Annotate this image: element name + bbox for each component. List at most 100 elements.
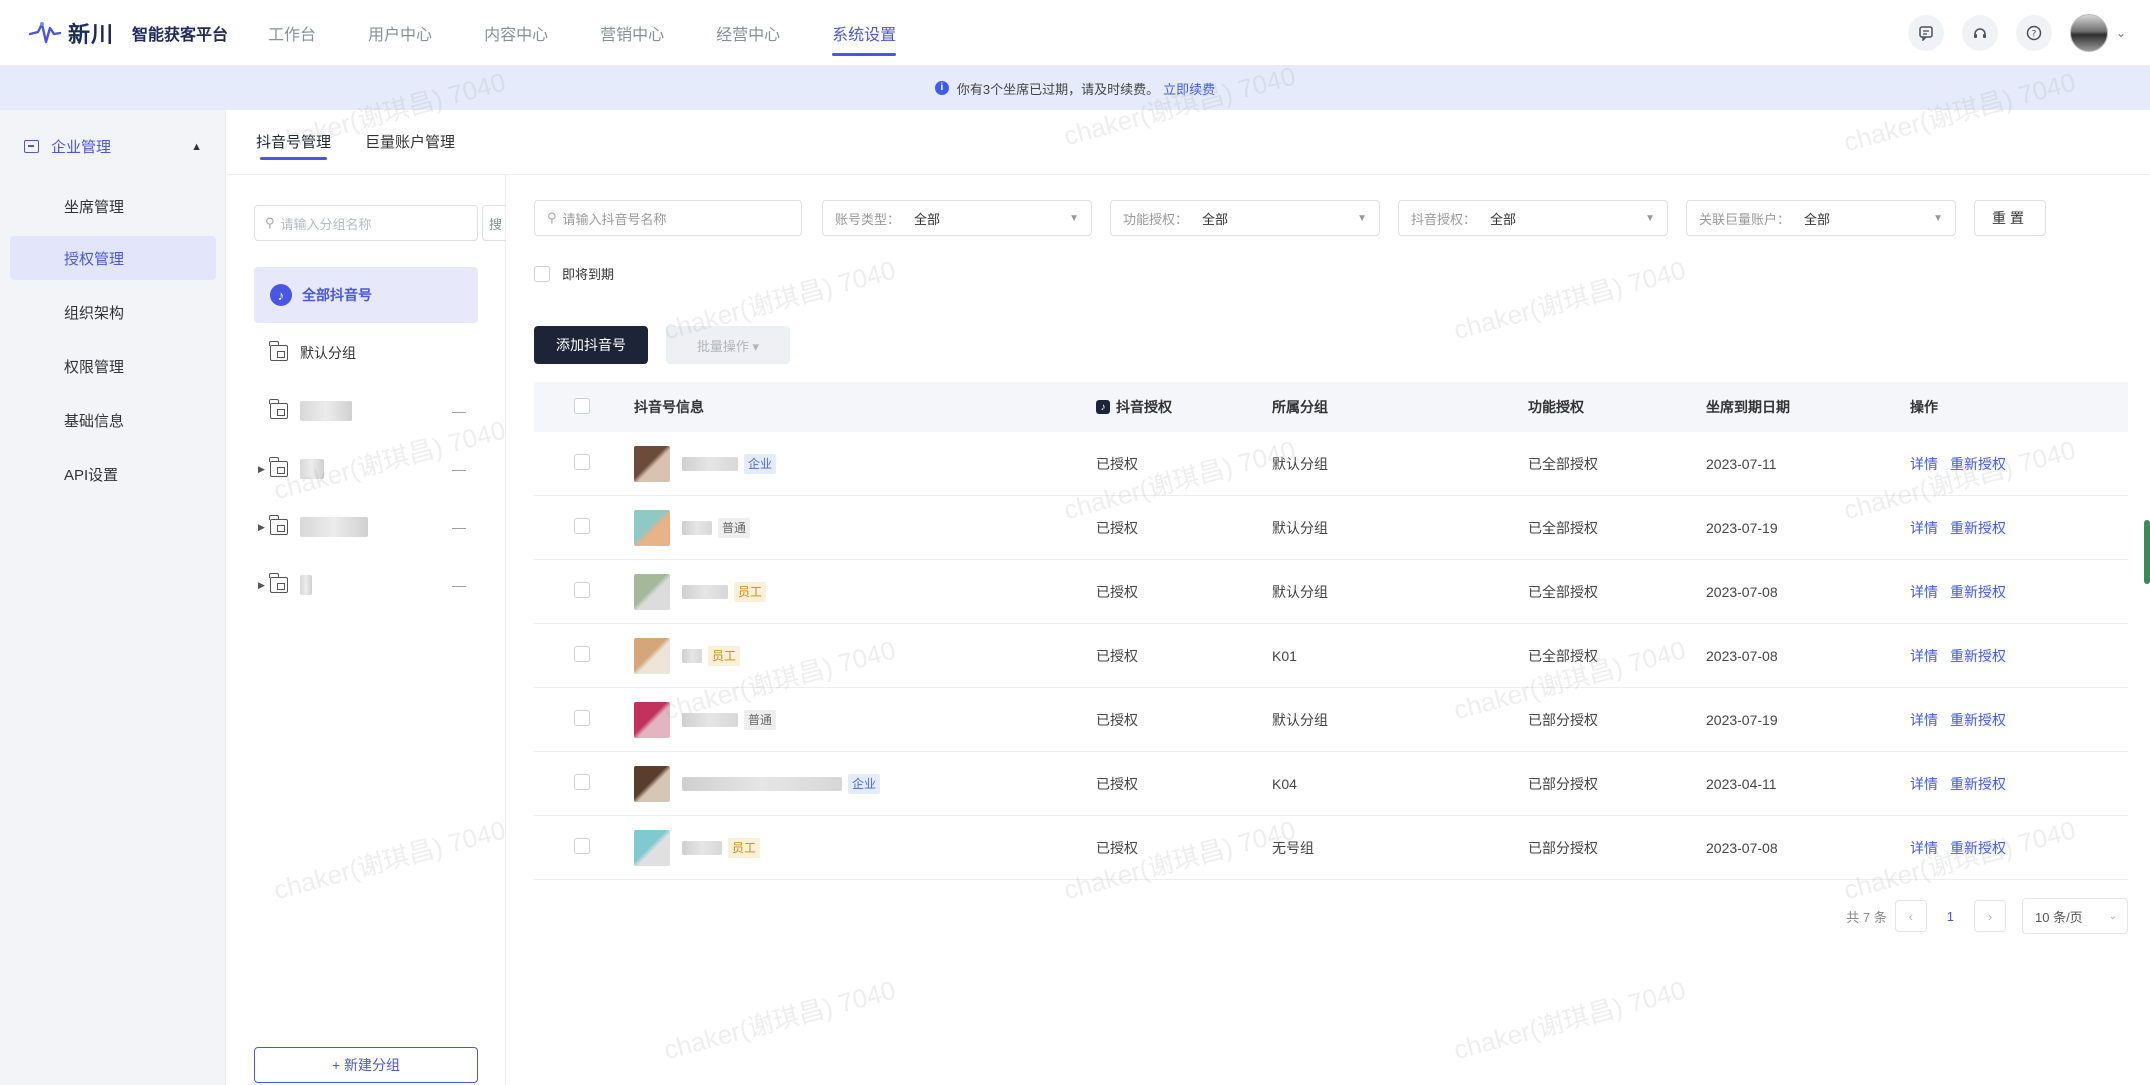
account-info: 员工 — [634, 829, 1096, 866]
group-item[interactable]: ▶ — — [254, 441, 478, 497]
caret-right-icon[interactable]: ▶ — [258, 522, 265, 533]
caret-right-icon[interactable]: ▶ — [258, 580, 265, 591]
group-default[interactable]: 默认分组 — [254, 325, 478, 381]
group-more-menu[interactable]: — — [452, 519, 466, 535]
new-group-button[interactable]: + 新建分组 — [254, 1047, 478, 1083]
sidebar-item-authorization[interactable]: 授权管理 — [10, 236, 216, 280]
nav-content-center[interactable]: 内容中心 — [484, 0, 548, 66]
func-auth-status: 已全部授权 — [1528, 583, 1598, 600]
row-checkbox[interactable] — [574, 646, 590, 662]
nav-workbench[interactable]: 工作台 — [268, 0, 316, 66]
group-more-menu[interactable]: — — [452, 461, 466, 477]
group-search-button[interactable]: 搜 — [482, 205, 506, 241]
func-auth-status: 已部分授权 — [1528, 711, 1598, 728]
reset-button[interactable]: 重置 — [1974, 200, 2046, 236]
row-checkbox[interactable] — [574, 454, 590, 470]
prev-page-button[interactable]: ‹ — [1894, 900, 1927, 932]
message-icon[interactable] — [1907, 15, 1944, 51]
tab-juliang-accounts[interactable]: 巨量账户管理 — [365, 131, 455, 172]
reauthorize-link[interactable]: 重新授权 — [1950, 454, 2006, 474]
detail-link[interactable]: 详情 — [1910, 454, 1938, 474]
sidebar-item-api[interactable]: API设置 — [10, 452, 216, 496]
nav-user-center[interactable]: 用户中心 — [368, 0, 432, 66]
row-actions: 详情 重新授权 — [1910, 454, 2128, 474]
row-checkbox[interactable] — [574, 582, 590, 598]
account-type-select[interactable]: 账号类型： 全部 ▼ — [822, 200, 1092, 236]
reauthorize-link[interactable]: 重新授权 — [1950, 518, 2006, 538]
select-all-checkbox[interactable] — [574, 397, 590, 414]
renew-link[interactable]: 立即续费 — [1163, 79, 1215, 98]
account-search-input[interactable]: ⚲ 请输入抖音号名称 — [534, 200, 802, 236]
filter-value: 全部 — [1202, 211, 1229, 227]
group-more-menu[interactable]: — — [452, 403, 466, 419]
add-account-button[interactable]: 添加抖音号 — [534, 326, 648, 364]
account-avatar — [634, 445, 670, 482]
group-item[interactable]: ▶ — — [254, 499, 478, 555]
nav-marketing-center[interactable]: 营销中心 — [600, 0, 664, 66]
expiring-label: 即将到期 — [562, 267, 615, 282]
account-info: 普通 — [634, 509, 1096, 546]
douyin-auth-select[interactable]: 抖音授权： 全部 ▼ — [1398, 200, 1668, 236]
customer-service-icon[interactable] — [1961, 15, 1998, 51]
table-body: 企业 已授权 默认分组 已全部授权 2023-07-11 详情 重新授权 普通 … — [534, 432, 2128, 880]
page-number[interactable]: 1 — [1947, 909, 1954, 924]
row-checkbox[interactable] — [574, 518, 590, 534]
pagination: 共 7 条 ‹ 1 › 10 条/页 ⌄ — [1846, 898, 2128, 934]
chevron-up-icon: ▲ — [191, 140, 202, 153]
linked-account-select[interactable]: 关联巨量账户： 全部 ▼ — [1686, 200, 1956, 236]
nav-operation-center[interactable]: 经营中心 — [716, 0, 780, 66]
group-item[interactable]: ▶ — — [254, 557, 478, 613]
sidebar-item-permissions[interactable]: 权限管理 — [10, 344, 216, 388]
reauthorize-link[interactable]: 重新授权 — [1950, 582, 2006, 602]
expiring-filter[interactable]: 即将到期 — [534, 264, 614, 283]
group-item[interactable]: — — [254, 383, 478, 439]
detail-link[interactable]: 详情 — [1910, 646, 1938, 666]
table-row: 员工 已授权 默认分组 已全部授权 2023-07-08 详情 重新授权 — [534, 560, 2128, 624]
blurred-account-name — [682, 712, 738, 727]
detail-link[interactable]: 详情 — [1910, 838, 1938, 858]
search-icon: ⚲ — [265, 215, 275, 230]
detail-link[interactable]: 详情 — [1910, 710, 1938, 730]
side-scroll-handle[interactable] — [2144, 520, 2150, 584]
reauthorize-link[interactable]: 重新授权 — [1950, 710, 2006, 730]
detail-link[interactable]: 详情 — [1910, 774, 1938, 794]
next-page-button[interactable]: › — [1974, 900, 2006, 932]
caret-right-icon[interactable]: ▶ — [258, 464, 265, 475]
chevron-down-icon[interactable]: ⌄ — [2116, 26, 2126, 40]
group-search-input[interactable]: ⚲ 请输入分组名称 — [254, 205, 478, 241]
blurred-account-name — [682, 456, 738, 471]
sidebar-item-organization[interactable]: 组织架构 — [10, 290, 216, 334]
tab-douyin-accounts[interactable]: 抖音号管理 — [256, 131, 331, 172]
user-avatar[interactable] — [2069, 14, 2108, 52]
nav-system-settings[interactable]: 系统设置 — [832, 0, 897, 66]
row-checkbox[interactable] — [574, 838, 590, 854]
group-more-menu[interactable]: — — [452, 577, 466, 593]
blurred-account-name — [682, 648, 702, 663]
reauthorize-link[interactable]: 重新授权 — [1950, 838, 2006, 858]
row-actions: 详情 重新授权 — [1910, 774, 2128, 794]
func-auth-select[interactable]: 功能授权： 全部 ▼ — [1110, 200, 1380, 236]
header-group: 所属分组 — [1272, 399, 1328, 415]
brand-logo[interactable]: 新川 智能获客平台 — [28, 17, 228, 49]
row-checkbox[interactable] — [574, 774, 590, 790]
group-all[interactable]: ♪ 全部抖音号 — [254, 267, 478, 323]
blurred-account-name — [682, 584, 728, 599]
accounts-table: 抖音号信息 ♪ 抖音授权 所属分组 功能授权 坐席到期日期 操作 企业 已授权 … — [534, 382, 2128, 880]
row-checkbox[interactable] — [574, 710, 590, 726]
help-icon[interactable]: ? — [2015, 15, 2052, 51]
detail-link[interactable]: 详情 — [1910, 518, 1938, 538]
chevron-down-icon: ⌄ — [2108, 910, 2117, 922]
sidebar-group-enterprise[interactable]: 企业管理 ▲ — [24, 136, 202, 157]
expiring-checkbox[interactable] — [534, 265, 550, 282]
sidebar-item-seat[interactable]: 坐席管理 — [10, 184, 216, 228]
func-auth-status: 已部分授权 — [1528, 839, 1598, 856]
reauthorize-link[interactable]: 重新授权 — [1950, 774, 2006, 794]
sidebar-item-basic-info[interactable]: 基础信息 — [10, 398, 216, 442]
detail-link[interactable]: 详情 — [1910, 582, 1938, 602]
blurred-account-name — [682, 840, 722, 855]
batch-actions-button[interactable]: 批量操作 ▾ — [666, 326, 790, 364]
chevron-down-icon: ▼ — [1645, 212, 1655, 224]
group-panel: ⚲ 请输入分组名称 搜 ♪ 全部抖音号 默认分组 — ▶ — ▶ — ▶ — +… — [226, 175, 506, 1085]
page-size-select[interactable]: 10 条/页 ⌄ — [2022, 898, 2128, 934]
reauthorize-link[interactable]: 重新授权 — [1950, 646, 2006, 666]
